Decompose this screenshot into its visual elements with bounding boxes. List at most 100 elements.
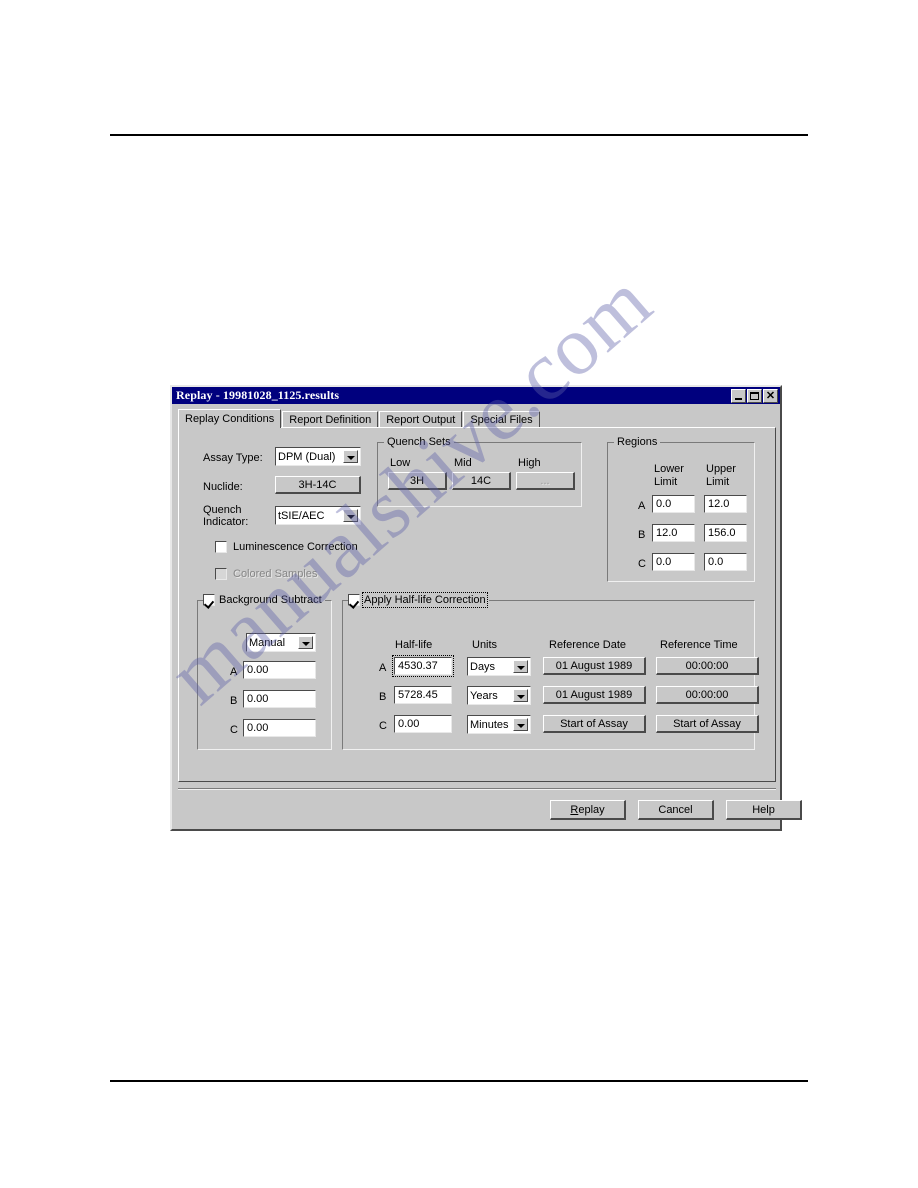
- maximize-icon[interactable]: [747, 388, 762, 403]
- half-life-row-b-units-value: Years: [470, 689, 498, 702]
- luminescence-correction-label: Luminescence Correction: [233, 541, 358, 553]
- replay-button-label: eplay: [578, 803, 605, 816]
- chevron-down-icon[interactable]: [513, 660, 528, 673]
- background-subtract-row-a-input[interactable]: 0.00: [243, 661, 316, 679]
- chevron-down-icon[interactable]: [513, 718, 528, 731]
- titlebar-button-group: ✕: [731, 388, 778, 403]
- background-subtract-row-b-input[interactable]: 0.00: [243, 690, 316, 708]
- background-subtract-title: Background Subtract: [219, 594, 322, 606]
- half-life-row-c-label: C: [379, 720, 387, 732]
- quench-mid-button[interactable]: 14C: [452, 472, 511, 490]
- checkbox-icon[interactable]: [348, 594, 360, 606]
- regions-row-a-label: A: [638, 500, 646, 512]
- background-subtract-mode-select[interactable]: Manual: [246, 633, 316, 652]
- colored-samples-label: Colored Samples: [233, 568, 318, 580]
- quench-sets-group: Quench Sets Low Mid High 3H 14C ...: [377, 436, 582, 507]
- quench-indicator-value: tSIE/AEC: [278, 509, 325, 522]
- tab-replay-conditions[interactable]: Replay Conditions: [178, 409, 282, 428]
- quench-low-button[interactable]: 3H: [388, 472, 447, 490]
- chevron-down-icon[interactable]: [343, 509, 358, 522]
- assay-type-select[interactable]: DPM (Dual): [275, 447, 361, 466]
- checkbox-icon[interactable]: [215, 541, 227, 553]
- chevron-down-icon[interactable]: [343, 450, 358, 463]
- half-life-row-b-value-input[interactable]: 5728.45: [394, 686, 452, 704]
- regions-row-a-lower-input[interactable]: 0.0: [652, 495, 695, 513]
- cancel-button[interactable]: Cancel: [638, 800, 714, 820]
- half-life-title: Apply Half-life Correction: [362, 592, 488, 608]
- half-life-row-c-ref-time-button[interactable]: Start of Assay: [656, 715, 759, 733]
- half-life-header: Half-life: [395, 639, 433, 651]
- half-life-row-b-ref-time-button[interactable]: 00:00:00: [656, 686, 759, 704]
- chevron-down-icon[interactable]: [513, 689, 528, 702]
- background-subtract-title-row[interactable]: Background Subtract: [203, 594, 325, 606]
- replay-dialog: Replay - 19981028_1125.results ✕ Replay …: [170, 385, 802, 831]
- regions-upper-limit-header-line2: Limit: [706, 476, 730, 488]
- minimize-icon[interactable]: [731, 388, 746, 403]
- background-subtract-row-a-label: A: [230, 666, 238, 678]
- quench-low-label: Low: [390, 457, 411, 469]
- tab-report-output[interactable]: Report Output: [379, 411, 463, 428]
- regions-lower-limit-header-line2: Limit: [654, 476, 678, 488]
- half-life-row-b-ref-date-button[interactable]: 01 August 1989: [543, 686, 646, 704]
- half-life-row-a-units-value: Days: [470, 660, 496, 673]
- page-top-rule: [110, 134, 808, 136]
- half-life-row-a-ref-time-button[interactable]: 00:00:00: [656, 657, 759, 675]
- close-icon[interactable]: ✕: [763, 388, 778, 403]
- background-subtract-row-b-label: B: [230, 695, 238, 707]
- regions-row-b-label: B: [638, 529, 646, 541]
- regions-row-b-upper-input[interactable]: 156.0: [704, 524, 747, 542]
- quench-high-label: High: [518, 457, 541, 469]
- half-life-row-b-label: B: [379, 691, 387, 703]
- half-life-title-row[interactable]: Apply Half-life Correction: [348, 592, 489, 608]
- assay-type-label: Assay Type:: [203, 452, 263, 464]
- luminescence-correction-checkbox-row[interactable]: Luminescence Correction: [215, 541, 358, 553]
- page-bottom-rule: [110, 1080, 808, 1082]
- tab-page-replay-conditions: Assay Type: DPM (Dual) Nuclide: 3H-14C Q…: [178, 427, 776, 782]
- dialog-titlebar[interactable]: Replay - 19981028_1125.results ✕: [172, 387, 780, 404]
- regions-row-b-lower-input[interactable]: 12.0: [652, 524, 695, 542]
- tab-special-files[interactable]: Special Files: [463, 411, 540, 428]
- reference-time-header: Reference Time: [660, 639, 738, 651]
- tabstrip: Replay Conditions Report Definition Repo…: [178, 409, 541, 428]
- half-life-correction-group: Apply Half-life Correction Half-life Uni…: [342, 592, 759, 750]
- half-life-row-c-ref-date-button[interactable]: Start of Assay: [543, 715, 646, 733]
- background-subtract-mode-value: Manual: [249, 636, 286, 649]
- quench-mid-label: Mid: [454, 457, 472, 469]
- quench-indicator-select[interactable]: tSIE/AEC: [275, 506, 361, 525]
- half-life-row-a-value-input[interactable]: 4530.37: [392, 655, 454, 677]
- half-life-row-c-units-value: Minutes: [470, 718, 509, 731]
- chevron-down-icon[interactable]: [298, 636, 313, 649]
- regions-row-c-label: C: [638, 558, 646, 570]
- half-life-row-a-ref-date-button[interactable]: 01 August 1989: [543, 657, 646, 675]
- checkbox-icon: [215, 568, 227, 580]
- background-subtract-row-c-label: C: [230, 724, 238, 736]
- tab-report-definition[interactable]: Report Definition: [282, 411, 379, 428]
- units-header: Units: [472, 639, 498, 651]
- colored-samples-checkbox-row: Colored Samples: [215, 568, 317, 580]
- regions-lower-limit-header-line1: Lower: [654, 463, 684, 475]
- assay-type-value: DPM (Dual): [278, 450, 336, 463]
- nuclide-button[interactable]: 3H-14C: [275, 476, 361, 494]
- background-subtract-row-c-input[interactable]: 0.00: [243, 719, 316, 737]
- quench-sets-title: Quench Sets: [384, 436, 454, 448]
- quench-indicator-label-line2: Indicator:: [203, 516, 249, 528]
- button-bar-separator: [178, 788, 776, 790]
- half-life-row-a-label: A: [379, 662, 387, 674]
- dialog-title: Replay - 19981028_1125.results: [176, 388, 340, 402]
- regions-row-a-upper-input[interactable]: 12.0: [704, 495, 747, 513]
- quench-high-button: ...: [516, 472, 575, 490]
- regions-row-c-upper-input[interactable]: 0.0: [704, 553, 747, 571]
- regions-title: Regions: [614, 436, 661, 448]
- quench-indicator-label-line1: Quench: [203, 504, 242, 516]
- regions-row-c-lower-input[interactable]: 0.0: [652, 553, 695, 571]
- half-life-row-b-units-select[interactable]: Years: [467, 686, 531, 705]
- half-life-row-c-value-input[interactable]: 0.00: [394, 715, 452, 733]
- half-life-row-c-units-select[interactable]: Minutes: [467, 715, 531, 734]
- half-life-row-a-units-select[interactable]: Days: [467, 657, 531, 676]
- replay-button[interactable]: Replay: [550, 800, 626, 820]
- help-button[interactable]: Help: [726, 800, 802, 820]
- regions-upper-limit-header-line1: Upper: [706, 463, 736, 475]
- nuclide-label: Nuclide:: [203, 481, 243, 493]
- checkbox-icon[interactable]: [203, 594, 215, 606]
- reference-date-header: Reference Date: [549, 639, 627, 651]
